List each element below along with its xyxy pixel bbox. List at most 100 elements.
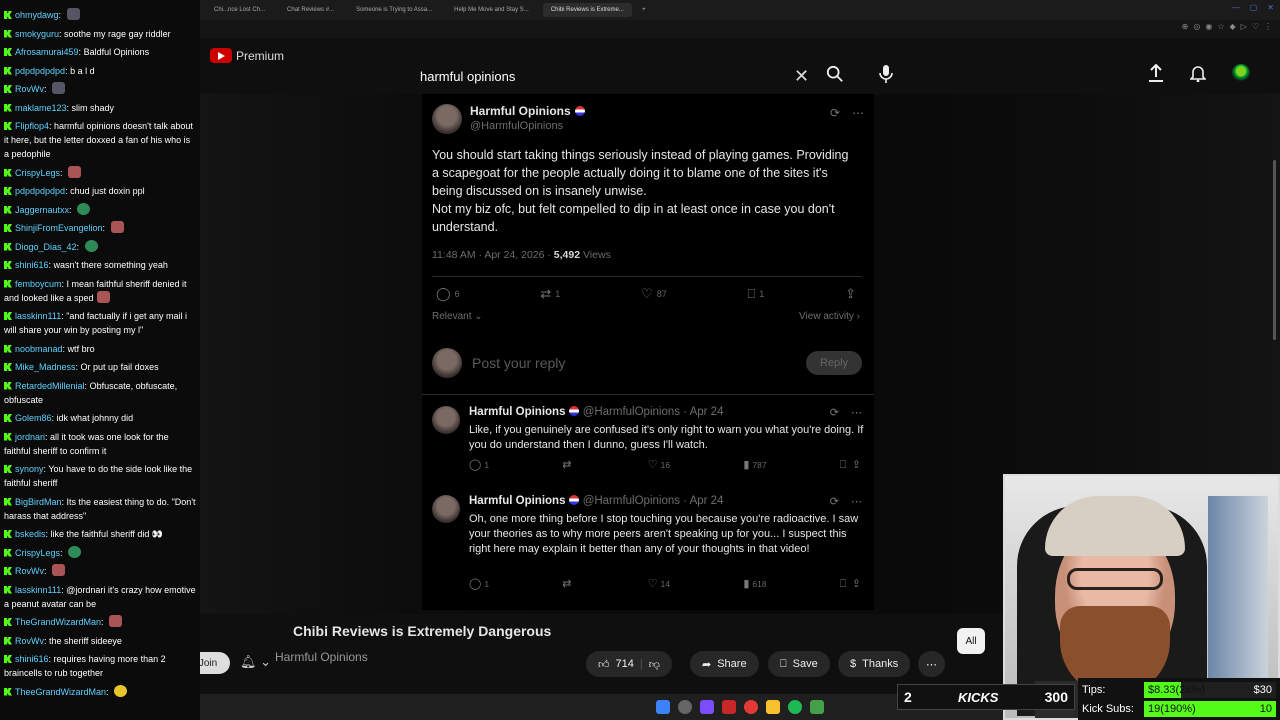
close-window-icon[interactable]: ✕: [1267, 3, 1274, 12]
extension-icon[interactable]: ◎: [1193, 22, 1200, 31]
browser-tab[interactable]: Help Me Move and Stay S...: [446, 3, 537, 17]
chat-text: like the faithful sheriff did 👀: [50, 529, 164, 539]
chat-username[interactable]: shini616: [15, 654, 49, 664]
chat-username[interactable]: Flipflop4: [15, 121, 49, 131]
folder-icon[interactable]: [766, 700, 780, 714]
save-button[interactable]: ⎕ Save: [768, 651, 830, 677]
youtube-logo[interactable]: Premium: [210, 48, 284, 63]
address-bar[interactable]: [200, 20, 1280, 38]
zoom-icon[interactable]: ⊕: [1182, 22, 1189, 31]
shield-icon[interactable]: ◆: [1230, 22, 1236, 31]
minimize-icon[interactable]: —: [1232, 3, 1240, 12]
play-icon[interactable]: ▷: [1241, 22, 1247, 31]
reply-avatar: [432, 406, 460, 434]
more-actions-button[interactable]: ⋯: [918, 651, 945, 677]
chat-username[interactable]: RetardedMillenial: [15, 381, 85, 391]
kick-badge-icon: [4, 585, 12, 594]
kick-badge-icon: [4, 530, 12, 538]
search-icon[interactable]: [826, 65, 844, 83]
maximize-icon[interactable]: ▢: [1250, 3, 1258, 12]
chat-username[interactable]: bskedis: [15, 529, 46, 539]
views-action: ▮ 787: [743, 458, 766, 472]
discord-icon[interactable]: [700, 700, 714, 714]
heart-icon[interactable]: ♡: [1252, 22, 1259, 31]
chat-message: Jaggernautxx:: [4, 202, 196, 217]
clear-search-icon[interactable]: ✕: [794, 66, 809, 87]
tweet-author-name: Harmful Opinions: [470, 104, 571, 118]
like-button[interactable]: 👍︎ 714 | 👎︎: [586, 651, 672, 677]
chat-username[interactable]: lasskinn111: [15, 311, 61, 321]
chat-username[interactable]: Diogo_Dias_42: [15, 242, 77, 252]
tweet-actions: ◯ 6 ⇄ 1 ♡ 87 ⎕ 1 ⇪: [436, 286, 856, 302]
kick-badge-icon: [4, 29, 12, 38]
chat-username[interactable]: Jaggernautxx: [15, 205, 69, 215]
chat-username[interactable]: Mike_Madness: [15, 362, 76, 372]
emote-icon: [52, 564, 66, 576]
chat-username[interactable]: Golem86: [15, 413, 52, 423]
browser-tab[interactable]: Someone is Trying to Assa...: [348, 3, 440, 17]
share-button[interactable]: ➦ Share: [690, 651, 759, 677]
new-tab-icon[interactable]: +: [638, 7, 650, 13]
browser-tab[interactable]: Chi...nce Lost Ch...: [206, 3, 273, 17]
account-avatar[interactable]: [1232, 64, 1250, 82]
search-icon[interactable]: [678, 700, 692, 714]
heart-icon: ♡: [647, 459, 658, 471]
tweet-time: 11:48 AM · Apr 24, 2026 ·: [432, 249, 554, 261]
retweet-count: 1: [555, 289, 561, 299]
chat-username[interactable]: ShinjiFromEvangelion: [15, 223, 103, 233]
browser-tab-active[interactable]: Chibi Reviews is Extreme...: [542, 3, 632, 17]
menu-icon[interactable]: ⋮: [1264, 22, 1272, 31]
reply-tools: ⟳ ⋯: [830, 406, 862, 419]
chat-username[interactable]: TheeGrandWizardMan: [15, 687, 106, 697]
app-icon[interactable]: [722, 700, 736, 714]
chat-username[interactable]: RovWv: [15, 84, 44, 94]
chat-username[interactable]: lasskinn111: [15, 585, 61, 595]
chrome-icon[interactable]: [744, 700, 758, 714]
chat-username[interactable]: TheGrandWizardMan: [15, 617, 101, 627]
chat-username[interactable]: ohmydawg: [15, 10, 59, 20]
page-scrollbar[interactable]: [1273, 160, 1276, 340]
chat-message: noobmanad: wtf bro: [4, 342, 196, 356]
retweet-icon: ⇄: [562, 459, 572, 471]
tweet-name-row: Harmful Opinions: [470, 104, 585, 118]
reply-author-name: Harmful Opinions: [469, 495, 566, 507]
browser-tab[interactable]: Chat Reviews #...: [279, 3, 342, 17]
reply-action: ◯ 1: [469, 458, 489, 472]
bookmark-icon[interactable]: ☆: [1217, 22, 1224, 31]
chat-message: jordnari: all it took was one look for t…: [4, 431, 169, 456]
tips-progress: $8.33(28%) $30: [1144, 681, 1276, 698]
chat-username[interactable]: shini616: [15, 260, 49, 270]
chat-message: shini616: requires having more than 2 br…: [4, 654, 166, 678]
thanks-button[interactable]: $ Thanks: [838, 651, 911, 677]
chat-username[interactable]: RovWv: [15, 566, 44, 576]
chat-username[interactable]: jordnari: [15, 432, 45, 442]
thumbs-down-icon: 👎︎: [648, 658, 660, 671]
search-input[interactable]: [410, 58, 780, 94]
chat-username[interactable]: femboycum: [15, 279, 62, 289]
chat-username[interactable]: Afrosamurai459: [15, 47, 79, 57]
channel-name[interactable]: Harmful Opinions: [275, 650, 368, 664]
chat-username[interactable]: BigBirdMan: [15, 497, 62, 507]
chat-username[interactable]: synony: [15, 464, 44, 474]
pill-divider: |: [639, 658, 643, 670]
notifications-bell-icon[interactable]: [1190, 64, 1206, 82]
chat-username[interactable]: pdpdpdpdpd: [15, 186, 65, 196]
grok-icon: ⟳: [829, 496, 839, 508]
chat-username[interactable]: CrispyLegs: [15, 168, 60, 178]
chat-username[interactable]: RovWv: [15, 636, 44, 646]
bookmark-share: ⎕ ⇪: [840, 577, 864, 591]
xbox-icon[interactable]: [810, 700, 824, 714]
upload-icon[interactable]: [1148, 64, 1164, 82]
chip-all[interactable]: All: [957, 628, 985, 654]
windows-start-icon[interactable]: [656, 700, 670, 714]
microphone-icon[interactable]: [878, 64, 894, 84]
extension-icon[interactable]: ◉: [1205, 22, 1212, 31]
spotify-icon[interactable]: [788, 700, 802, 714]
chat-username[interactable]: pdpdpdpdpd: [15, 66, 65, 76]
chat-username[interactable]: CrispyLegs: [15, 548, 60, 558]
chat-username[interactable]: smokyguru: [15, 29, 59, 39]
chat-username[interactable]: maklame123: [15, 103, 67, 113]
chat-username[interactable]: noobmanad: [15, 344, 63, 354]
subscription-bell[interactable]: 🔔︎ ⌄: [240, 654, 271, 670]
bookmark-share: ⎕ ⇪: [840, 458, 864, 472]
